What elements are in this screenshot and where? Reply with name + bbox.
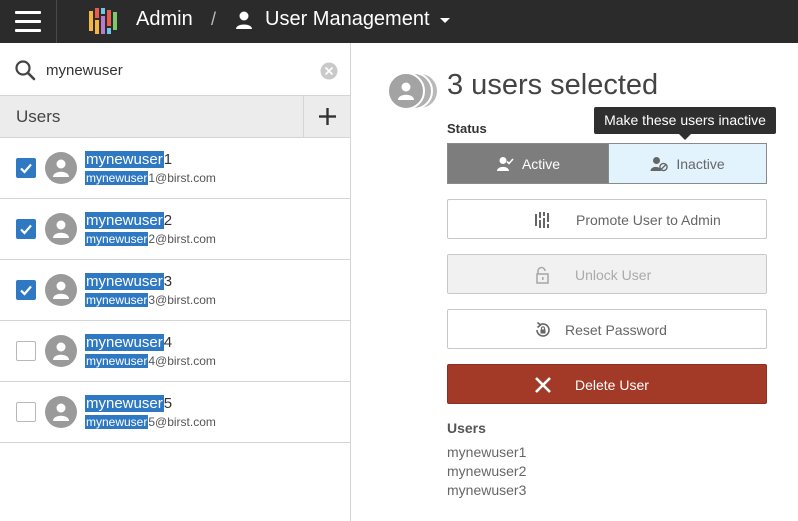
status-inactive-label: Inactive — [676, 155, 725, 172]
reset-password-label: Reset Password — [565, 322, 667, 338]
user-row[interactable]: mynewuser5 mynewuser5@birst.com — [0, 382, 350, 443]
hamburger-menu-button[interactable] — [0, 0, 57, 43]
row-checkbox[interactable] — [16, 280, 36, 300]
user-list-header: Users — [0, 96, 350, 138]
user-name: mynewuser1 — [85, 151, 173, 168]
checkmark-icon — [20, 163, 32, 174]
user-row[interactable]: mynewuser3 mynewuser3@birst.com — [0, 260, 350, 321]
user-icon — [53, 281, 69, 299]
reset-password-button[interactable]: Reset Password — [447, 309, 767, 349]
user-check-icon — [496, 156, 514, 171]
selected-user-item: mynewuser1 — [447, 444, 527, 460]
avatar — [45, 152, 77, 184]
tooltip: Make these users inactive — [594, 107, 776, 140]
plus-icon — [319, 108, 336, 125]
status-label: Status — [447, 121, 487, 136]
birst-logo-icon — [535, 212, 549, 228]
promote-admin-label: Promote User to Admin — [576, 212, 721, 228]
unlock-icon — [536, 266, 549, 284]
chevron-down-icon[interactable] — [440, 18, 450, 23]
row-checkbox[interactable] — [16, 341, 36, 361]
avatar — [45, 396, 77, 428]
user-list-title: Users — [16, 107, 61, 126]
selection-title: 3 users selected — [447, 69, 659, 101]
user-name: mynewuser5 — [85, 395, 173, 412]
add-user-button[interactable] — [303, 96, 350, 137]
user-icon — [53, 220, 69, 238]
promote-admin-button[interactable]: Promote User to Admin — [447, 199, 767, 239]
clear-icon[interactable] — [320, 62, 338, 80]
row-checkbox[interactable] — [16, 402, 36, 422]
top-bar: Admin / User Management — [0, 0, 798, 43]
user-list-pane: Users mynewuser1 mynewuser1@birst.com my… — [0, 43, 351, 521]
app-name[interactable]: Admin — [136, 8, 193, 31]
user-row[interactable]: mynewuser4 mynewuser4@birst.com — [0, 321, 350, 382]
user-email: mynewuser3@birst.com — [85, 293, 216, 307]
selected-user-item: mynewuser2 — [447, 463, 527, 479]
user-name: mynewuser4 — [85, 334, 173, 351]
user-row[interactable]: mynewuser1 mynewuser1@birst.com — [0, 138, 350, 199]
avatar — [45, 274, 77, 306]
selected-users-heading: Users — [447, 420, 486, 436]
search-box — [0, 43, 350, 96]
selected-user-item: mynewuser3 — [447, 482, 527, 498]
reset-password-icon — [536, 321, 550, 337]
user-email: mynewuser4@birst.com — [85, 354, 216, 368]
user-icon — [398, 82, 414, 100]
user-icon — [53, 403, 69, 421]
user-name: mynewuser2 — [85, 212, 173, 229]
user-block-icon — [650, 156, 669, 171]
unlock-user-label: Unlock User — [575, 267, 652, 283]
close-icon — [535, 377, 551, 393]
row-checkbox[interactable] — [16, 219, 36, 239]
user-row[interactable]: mynewuser2 mynewuser2@birst.com — [0, 199, 350, 260]
user-email: mynewuser5@birst.com — [85, 415, 216, 429]
row-checkbox[interactable] — [16, 158, 36, 178]
hamburger-line — [15, 29, 41, 32]
status-toggle: Active Inactive — [447, 143, 767, 184]
status-active-button[interactable]: Active — [448, 144, 608, 183]
user-icon — [53, 159, 69, 177]
avatar — [45, 213, 77, 245]
delete-user-button[interactable]: Delete User — [447, 364, 767, 404]
checkmark-icon — [20, 285, 32, 296]
hamburger-line — [15, 20, 41, 23]
user-icon — [236, 11, 252, 29]
birst-logo-icon[interactable] — [88, 8, 118, 34]
user-icon — [53, 342, 69, 360]
user-email: mynewuser2@birst.com — [85, 232, 216, 246]
hamburger-line — [15, 11, 41, 14]
breadcrumb-separator: / — [211, 9, 217, 29]
user-email: mynewuser1@birst.com — [85, 171, 216, 185]
section-title[interactable]: User Management — [265, 8, 430, 31]
search-icon — [15, 60, 36, 81]
user-name: mynewuser3 — [85, 273, 173, 290]
checkmark-icon — [20, 224, 32, 235]
avatar — [387, 72, 425, 110]
unlock-user-button[interactable]: Unlock User — [447, 254, 767, 294]
avatar — [45, 335, 77, 367]
search-input[interactable] — [46, 59, 306, 81]
status-inactive-button[interactable]: Inactive — [608, 144, 766, 183]
status-active-label: Active — [521, 155, 561, 172]
delete-user-label: Delete User — [575, 377, 649, 393]
